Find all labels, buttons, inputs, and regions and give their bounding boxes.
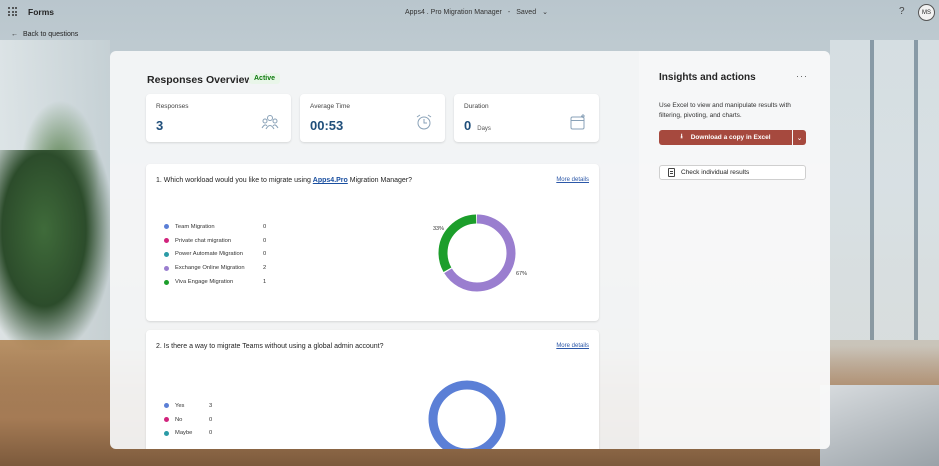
legend-dot — [164, 265, 169, 271]
legend-dot — [164, 417, 169, 423]
chevron-down-icon: ⌄ — [796, 134, 803, 142]
legend-dot — [164, 238, 169, 244]
legend-dot — [164, 224, 169, 230]
slice-label: 67% — [516, 271, 528, 277]
donut-chart — [428, 380, 506, 449]
insights-pane: Insights and actions ··· Use Excel to vi… — [639, 51, 830, 449]
product-link[interactable]: Apps4.Pro — [313, 177, 348, 184]
question-card-2: 2. Is there a way to migrate Teams witho… — [146, 330, 599, 449]
chevron-down-icon: ⌄ — [542, 9, 548, 16]
legend-item: Team Migration 0 — [164, 220, 284, 234]
legend-item: Exchange Online Migration 2 — [164, 261, 284, 275]
download-label: Download a copy in Excel — [690, 134, 771, 141]
legend-item: Power Automate Migration 0 — [164, 248, 284, 262]
legend-item: Maybe 0 — [164, 427, 284, 441]
help-icon[interactable]: ? — [899, 6, 905, 17]
legend-dot — [164, 430, 169, 436]
document-title: Apps4 . Pro Migration Manager — [405, 8, 502, 16]
stat-label: Responses — [156, 103, 189, 110]
responses-panel: Responses Overview Active Responses 3 Av… — [110, 51, 830, 449]
more-details-link[interactable]: More details — [556, 177, 589, 183]
stat-value: 3 — [156, 118, 164, 133]
legend-dot — [164, 403, 169, 409]
arrow-left-icon: ← — [11, 31, 18, 38]
document-title-bar[interactable]: Apps4 . Pro Migration Manager - Saved ⌄ — [405, 8, 548, 17]
download-excel-button[interactable]: ⭳ Download a copy in Excel — [659, 130, 792, 145]
legend-item: Yes 3 — [164, 399, 284, 413]
calendar-icon — [570, 114, 585, 130]
check-label: Check individual results — [681, 169, 750, 176]
question-title: 1. Which workload would you like to migr… — [156, 177, 413, 184]
legend-item: Viva Engage Migration 1 — [164, 275, 284, 289]
alarm-clock-icon — [416, 114, 432, 130]
status-badge: Active — [249, 73, 281, 84]
separator: - — [507, 8, 511, 16]
download-icon: ⭳ — [680, 133, 683, 140]
top-bar: Forms Apps4 . Pro Migration Manager - Sa… — [0, 0, 939, 24]
more-options-icon[interactable]: ··· — [796, 71, 808, 81]
app-name[interactable]: Forms — [28, 7, 54, 17]
app-launcher-icon[interactable] — [8, 7, 17, 16]
more-details-link[interactable]: More details — [556, 343, 589, 349]
download-options-dropdown[interactable]: ⌄ — [793, 130, 806, 145]
avatar[interactable]: MS — [918, 4, 935, 21]
stat-value: 0 Days — [464, 118, 491, 133]
check-individual-results-button[interactable]: Check individual results — [659, 165, 806, 180]
page-title: Responses Overview — [147, 74, 253, 86]
average-time-card: Average Time 00:53 — [300, 94, 445, 142]
legend-item: No 0 — [164, 413, 284, 427]
donut-slice — [428, 380, 506, 449]
document-icon — [668, 168, 675, 177]
legend-item: Private chat migration 0 — [164, 234, 284, 248]
responses-card: Responses 3 — [146, 94, 291, 142]
slice-label: 33% — [433, 226, 445, 232]
legend: Yes 3 No 0 Maybe 0 — [164, 399, 284, 440]
question-title: 2. Is there a way to migrate Teams witho… — [156, 343, 384, 350]
stat-unit: Days — [477, 126, 491, 132]
stat-value: 00:53 — [310, 118, 344, 133]
duration-card: Duration 0 Days — [454, 94, 599, 142]
legend-dot — [164, 279, 169, 285]
save-state: Saved — [516, 8, 537, 16]
legend: Team Migration 0 Private chat migration 0 … — [164, 220, 284, 289]
legend-dot — [164, 251, 169, 257]
insights-description: Use Excel to view and manipulate results… — [659, 102, 791, 119]
stat-label: Duration — [464, 103, 489, 110]
stat-label: Average Time — [310, 103, 350, 110]
insights-title: Insights and actions — [659, 72, 756, 83]
question-card-1: 1. Which workload would you like to migr… — [146, 164, 599, 321]
back-to-questions-link[interactable]: ← Back to questions — [11, 31, 78, 38]
back-label: Back to questions — [23, 31, 79, 38]
people-icon — [261, 115, 279, 130]
donut-chart — [438, 214, 516, 292]
